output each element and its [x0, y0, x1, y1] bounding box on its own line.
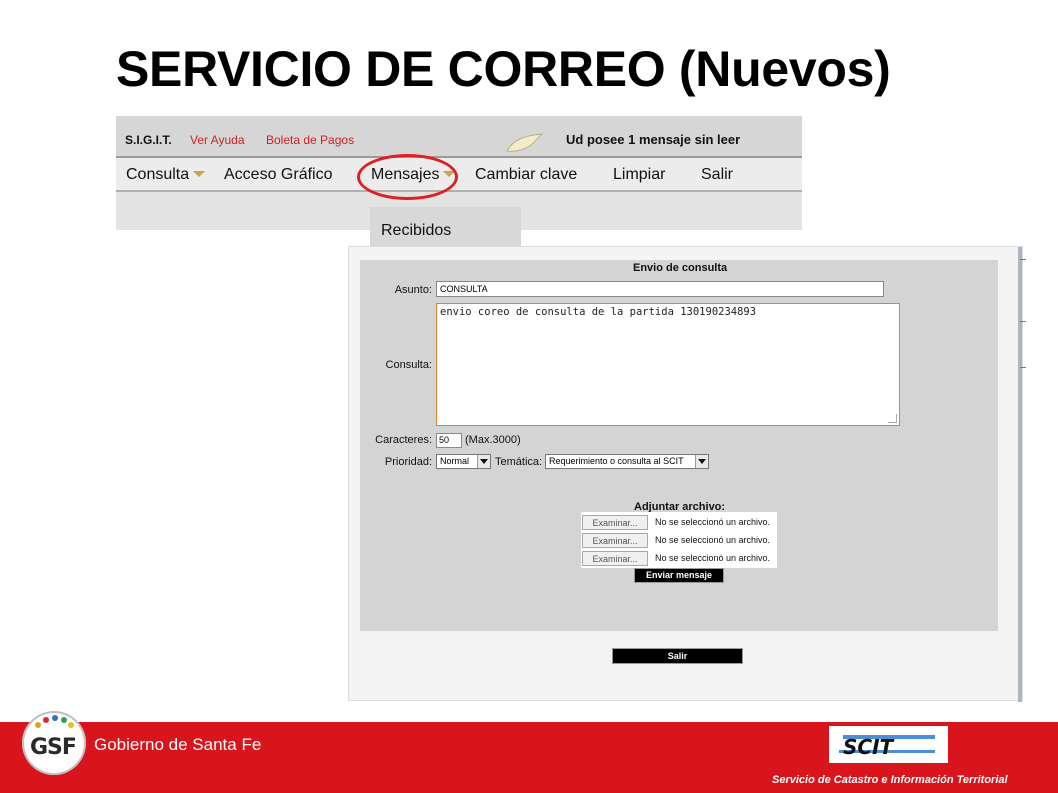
browse-button[interactable]: Examinar... — [582, 515, 648, 530]
topic-select[interactable]: Requerimiento o consulta al SCIT — [545, 454, 709, 469]
mensajes-highlight-circle — [357, 154, 458, 200]
resize-grip-icon[interactable] — [888, 414, 897, 423]
scit-logo: SCIT — [829, 726, 948, 763]
attachment-row: Examinar... No se seleccionó un archivo. — [581, 513, 777, 531]
window-scrollbar[interactable] — [1018, 247, 1022, 702]
chevron-down-icon — [695, 455, 708, 468]
subject-input[interactable]: CONSULTA — [436, 281, 884, 297]
body-text: envio coreo de consulta de la partida 13… — [440, 306, 757, 318]
app-brand: S.I.G.I.T. — [125, 133, 172, 147]
file-status: No se seleccionó un archivo. — [655, 517, 771, 527]
priority-label: Prioridad: — [384, 456, 432, 468]
menu-acceso-grafico[interactable]: Acceso Gráfico — [224, 166, 332, 184]
attachment-row: Examinar... No se seleccionó un archivo. — [581, 531, 777, 549]
topic-label: Temática: — [495, 456, 543, 468]
footer-service-name: Servicio de Catastro e Información Terri… — [772, 774, 1008, 786]
menu-consulta-label: Consulta — [126, 166, 190, 183]
menu-cambiar-clave[interactable]: Cambiar clave — [475, 166, 577, 184]
topic-value: Requerimiento o consulta al SCIT — [549, 456, 684, 466]
file-status: No se seleccionó un archivo. — [655, 553, 771, 563]
send-message-button[interactable]: Enviar mensaje — [634, 568, 724, 583]
chars-label: Caracteres: — [375, 434, 432, 446]
attachments-list: Examinar... No se seleccionó un archivo.… — [581, 512, 777, 568]
chevron-down-icon — [193, 171, 206, 177]
province-map-icon — [506, 133, 544, 152]
priority-value: Normal — [440, 456, 470, 466]
chevron-down-icon — [477, 455, 490, 468]
body-textarea[interactable]: envio coreo de consulta de la partida 13… — [436, 303, 900, 426]
main-menu: Consulta Acceso Gráfico Mensajes Cambiar… — [116, 158, 802, 190]
menu-consulta[interactable]: Consulta — [126, 166, 206, 184]
priority-select[interactable]: Normal — [436, 454, 491, 469]
government-name: Gobierno de Santa Fe — [94, 735, 262, 754]
payments-link[interactable]: Boleta de Pagos — [266, 133, 354, 147]
menu-limpiar[interactable]: Limpiar — [613, 166, 665, 184]
chars-counter: 50 — [436, 433, 462, 448]
app-header-top-row: S.I.G.I.T. Ver Ayuda Boleta de Pagos Ud … — [116, 116, 802, 156]
browse-button[interactable]: Examinar... — [582, 533, 648, 548]
chars-max: (Max.3000) — [465, 434, 521, 446]
slide-title: SERVICIO DE CORREO (Nuevos) — [116, 41, 891, 97]
attachment-row: Examinar... No se seleccionó un archivo. — [581, 549, 777, 567]
unread-notice[interactable]: Ud posee 1 mensaje sin leer — [566, 132, 740, 147]
body-label: Consulta: — [385, 359, 432, 371]
scrollbar-tick — [1020, 259, 1026, 260]
subject-label: Asunto: — [394, 284, 432, 296]
submenu-recibidos[interactable]: Recibidos — [370, 207, 521, 247]
scit-logo-text: SCIT — [843, 735, 895, 759]
browse-button[interactable]: Examinar... — [582, 551, 648, 566]
menu-salir[interactable]: Salir — [701, 166, 733, 184]
scit-logo-graphic: SCIT — [839, 735, 935, 759]
form-title: Envio de consulta — [633, 262, 728, 274]
scrollbar-tick — [1020, 321, 1026, 322]
gsf-logo-text: GSF — [30, 735, 77, 760]
divider — [116, 190, 802, 192]
file-status: No se seleccionó un archivo. — [655, 535, 771, 545]
help-link[interactable]: Ver Ayuda — [190, 133, 245, 147]
exit-button[interactable]: Salir — [612, 648, 743, 664]
scrollbar-tick — [1020, 367, 1026, 368]
